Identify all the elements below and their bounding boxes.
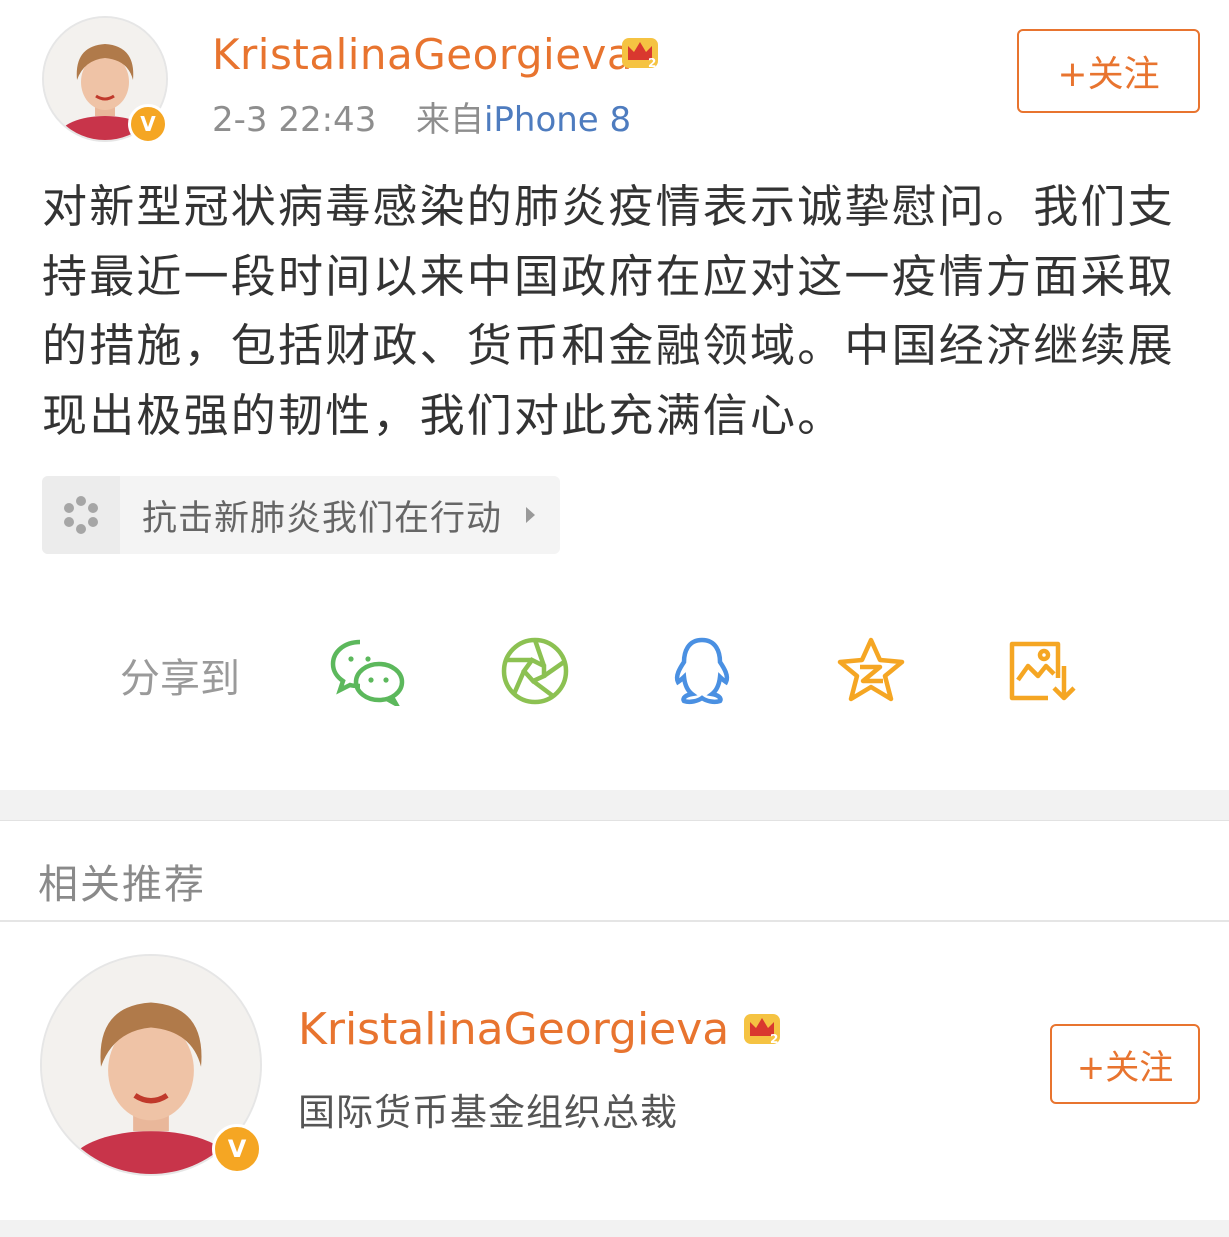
svg-text:2: 2: [770, 1032, 778, 1046]
section-separator: [0, 790, 1229, 820]
recommended-follow-button[interactable]: +关注: [1050, 1024, 1200, 1104]
share-label: 分享到: [120, 656, 240, 702]
topic-pinwheel-icon: [42, 476, 120, 554]
separator-line: [0, 820, 1229, 821]
post-text: 对新型冠状病毒感染的肺炎疫情表示诚挚慰问。我们支持最近一段时间以来中国政府在应对…: [42, 180, 1175, 442]
verified-badge-icon: V: [128, 104, 168, 144]
crown-icon: 2: [740, 1006, 784, 1052]
post-meta: 2-3 22:43 来自iPhone 8: [212, 92, 631, 141]
qq-penguin-icon[interactable]: [670, 636, 734, 710]
post-source-link[interactable]: iPhone 8: [484, 100, 631, 140]
post-time: 2-3 22:43: [212, 100, 377, 140]
svg-text:2: 2: [648, 56, 656, 70]
crown-icon: 2: [618, 30, 662, 76]
follow-button-label: +关注: [1057, 54, 1160, 95]
post-source-prefix: 来自: [415, 100, 484, 140]
wechat-icon[interactable]: [330, 636, 406, 710]
chevron-right-icon: [526, 507, 536, 523]
author-username[interactable]: KristalinaGeorgieva: [212, 30, 633, 79]
qzone-star-icon[interactable]: [836, 636, 906, 708]
follow-button-label: +关注: [1076, 1047, 1174, 1088]
bottom-separator: [0, 1220, 1229, 1237]
section-title: 相关推荐: [38, 862, 206, 908]
recommended-username[interactable]: KristalinaGeorgieva: [298, 1004, 729, 1055]
moments-aperture-icon[interactable]: [500, 636, 570, 710]
follow-button[interactable]: +关注: [1017, 29, 1200, 113]
verified-badge-icon: V: [212, 1124, 262, 1174]
save-image-icon[interactable]: [1008, 636, 1078, 708]
section-divider: [0, 920, 1229, 922]
recommended-user-description: 国际货币基金组织总裁: [298, 1091, 678, 1134]
topic-label: 抗击新肺炎我们在行动: [142, 498, 503, 539]
topic-card[interactable]: 抗击新肺炎我们在行动: [42, 476, 560, 554]
